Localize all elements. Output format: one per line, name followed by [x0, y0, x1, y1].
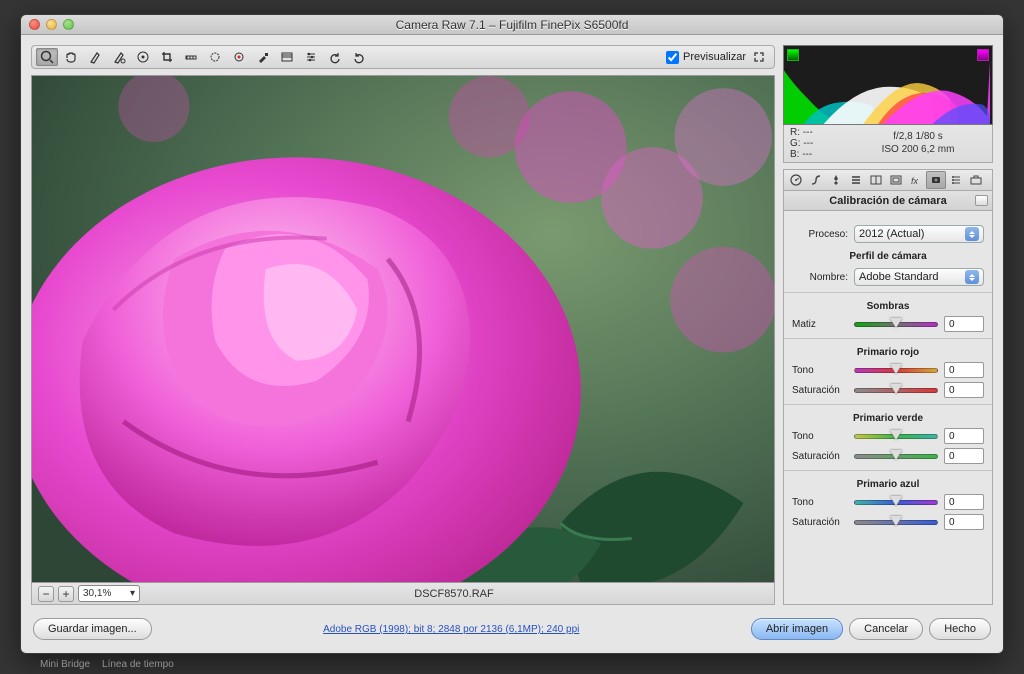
tab-detail-icon[interactable] — [826, 171, 846, 189]
histogram[interactable] — [783, 45, 993, 125]
readout-g: G: --- — [790, 138, 850, 149]
green-hue-slider[interactable] — [854, 434, 938, 439]
blue-sat-label: Saturación — [792, 517, 848, 528]
highlight-clip-warning-icon[interactable] — [977, 49, 989, 61]
readout-r: R: --- — [790, 127, 850, 138]
zoom-select[interactable]: 30,1% ▾ — [78, 585, 140, 602]
preview-label: Previsualizar — [683, 51, 746, 63]
titlebar: Camera Raw 7.1 – Fujifilm FinePix S6500f… — [21, 15, 1003, 35]
blue-hue-slider[interactable] — [854, 500, 938, 505]
primary-green-header: Primario verde — [792, 413, 984, 424]
profile-header: Perfil de cámara — [792, 251, 984, 262]
process-select[interactable]: 2012 (Actual) — [854, 225, 984, 243]
open-button[interactable]: Abrir imagen — [751, 618, 843, 640]
bg-tab-minibridge[interactable]: Mini Bridge — [40, 659, 90, 670]
shadow-clip-warning-icon[interactable] — [787, 49, 799, 61]
readout-b: B: --- — [790, 149, 850, 160]
process-label: Proceso: — [792, 229, 848, 240]
white-balance-tool-icon[interactable] — [84, 48, 106, 66]
red-sat-label: Saturación — [792, 385, 848, 396]
exif-line2: ISO 200 6,2 mm — [850, 144, 986, 157]
green-sat-slider[interactable] — [854, 454, 938, 459]
tab-snapshots-icon[interactable] — [966, 171, 986, 189]
panel-title: Calibración de cámara — [783, 191, 993, 211]
shadows-hue-value[interactable]: 0 — [944, 316, 984, 332]
red-hue-label: Tono — [792, 365, 848, 376]
chevron-down-icon: ▾ — [130, 588, 135, 599]
save-button[interactable]: Guardar imagen... — [33, 618, 152, 640]
panel-tabs: fx — [783, 169, 993, 191]
toolbar: Previsualizar — [31, 45, 775, 69]
filename-label: DSCF8570.RAF — [140, 588, 768, 600]
color-sampler-tool-icon[interactable] — [108, 48, 130, 66]
crop-tool-icon[interactable] — [156, 48, 178, 66]
red-sat-slider[interactable] — [854, 388, 938, 393]
cancel-button[interactable]: Cancelar — [849, 618, 923, 640]
primary-red-header: Primario rojo — [792, 347, 984, 358]
camera-raw-window: Camera Raw 7.1 – Fujifilm FinePix S6500f… — [20, 14, 1004, 654]
blue-hue-value[interactable]: 0 — [944, 494, 984, 510]
exif-line1: f/2,8 1/80 s — [850, 131, 986, 144]
zoom-level: 30,1% — [83, 588, 111, 599]
panel-menu-icon[interactable] — [975, 195, 988, 206]
straighten-tool-icon[interactable] — [180, 48, 202, 66]
shadows-header: Sombras — [792, 301, 984, 312]
calibration-panel: Proceso: 2012 (Actual) Perfil de cámara … — [783, 211, 993, 605]
spot-removal-tool-icon[interactable] — [204, 48, 226, 66]
name-label: Nombre: — [792, 272, 848, 283]
zoom-tool-icon[interactable] — [36, 48, 58, 66]
tab-effects-icon[interactable]: fx — [906, 171, 926, 189]
tab-calibration-icon[interactable] — [926, 171, 946, 189]
metadata-panel: R: --- G: --- B: --- f/2,8 1/80 s ISO 20… — [783, 125, 993, 163]
tab-curve-icon[interactable] — [806, 171, 826, 189]
green-sat-value[interactable]: 0 — [944, 448, 984, 464]
green-sat-label: Saturación — [792, 451, 848, 462]
zoom-in-button[interactable]: + — [58, 586, 74, 602]
rotate-cw-icon[interactable] — [348, 48, 370, 66]
profile-select[interactable]: Adobe Standard — [854, 268, 984, 286]
adjustment-brush-tool-icon[interactable] — [252, 48, 274, 66]
button-bar: Guardar imagen... Adobe RGB (1998); bit … — [21, 615, 1003, 653]
tab-presets-icon[interactable] — [946, 171, 966, 189]
redeye-tool-icon[interactable] — [228, 48, 250, 66]
blue-sat-slider[interactable] — [854, 520, 938, 525]
bg-tab-timeline[interactable]: Línea de tiempo — [102, 659, 174, 670]
workflow-options-link[interactable]: Adobe RGB (1998); bit 8; 2848 por 2136 (… — [323, 624, 579, 635]
rotate-ccw-icon[interactable] — [324, 48, 346, 66]
svg-text:fx: fx — [911, 176, 919, 186]
blue-hue-label: Tono — [792, 497, 848, 508]
graduated-filter-tool-icon[interactable] — [276, 48, 298, 66]
preview-image-content — [32, 76, 774, 583]
shadows-hue-label: Matiz — [792, 319, 848, 330]
primary-blue-header: Primario azul — [792, 479, 984, 490]
green-hue-label: Tono — [792, 431, 848, 442]
filename-bar: − + 30,1% ▾ DSCF8570.RAF — [31, 583, 775, 605]
targeted-adjust-tool-icon[interactable] — [132, 48, 154, 66]
shadows-hue-slider[interactable] — [854, 322, 938, 327]
window-title: Camera Raw 7.1 – Fujifilm FinePix S6500f… — [21, 18, 1003, 32]
preview-checkbox[interactable]: Previsualizar — [666, 51, 746, 64]
select-arrows-icon — [965, 227, 979, 241]
red-hue-slider[interactable] — [854, 368, 938, 373]
tab-hsl-icon[interactable] — [846, 171, 866, 189]
green-hue-value[interactable]: 0 — [944, 428, 984, 444]
fullscreen-toggle-icon[interactable] — [748, 48, 770, 66]
red-hue-value[interactable]: 0 — [944, 362, 984, 378]
tab-basic-icon[interactable] — [786, 171, 806, 189]
done-button[interactable]: Hecho — [929, 618, 991, 640]
tab-split-icon[interactable] — [866, 171, 886, 189]
preferences-icon[interactable] — [300, 48, 322, 66]
image-preview[interactable] — [31, 75, 775, 583]
tab-lens-icon[interactable] — [886, 171, 906, 189]
preview-checkbox-input[interactable] — [666, 51, 679, 64]
blue-sat-value[interactable]: 0 — [944, 514, 984, 530]
red-sat-value[interactable]: 0 — [944, 382, 984, 398]
select-arrows-icon — [965, 270, 979, 284]
hand-tool-icon[interactable] — [60, 48, 82, 66]
zoom-out-button[interactable]: − — [38, 586, 54, 602]
